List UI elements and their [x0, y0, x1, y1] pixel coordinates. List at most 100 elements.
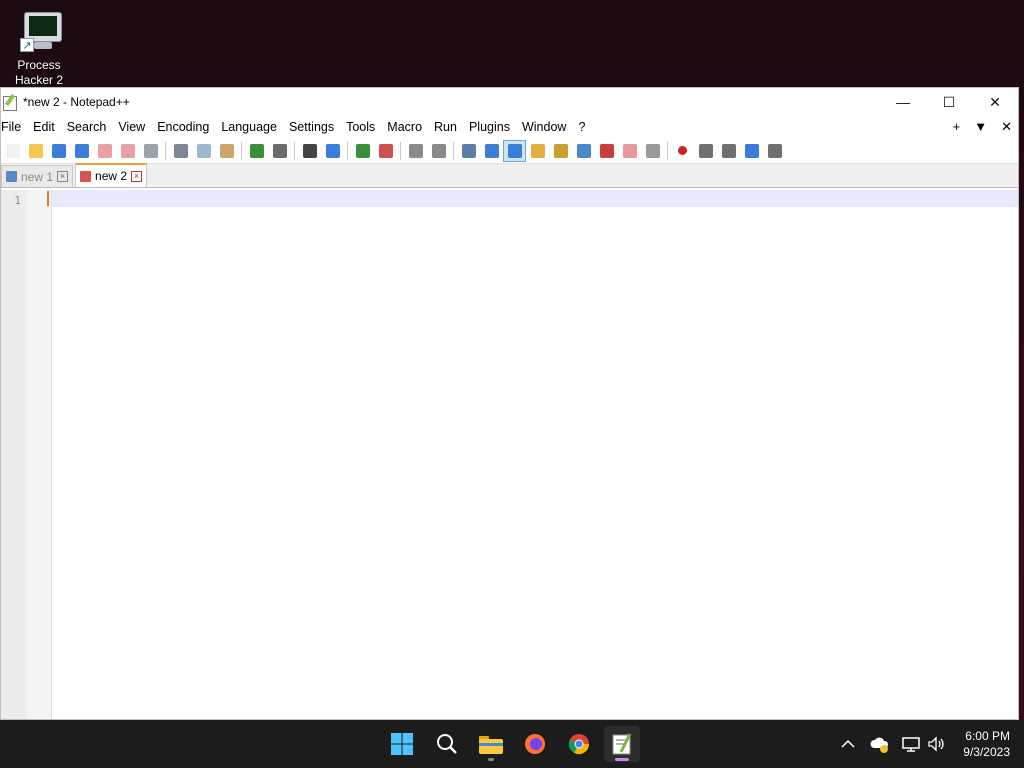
chrome-button[interactable] [561, 726, 597, 762]
save-button[interactable] [47, 140, 70, 162]
replace-button[interactable] [321, 140, 344, 162]
menu-language[interactable]: Language [215, 116, 283, 138]
tab-label: new 2 [95, 169, 128, 183]
monitoring-icon [645, 143, 660, 158]
close-all-button[interactable] [116, 140, 139, 162]
firefox-button[interactable] [517, 726, 553, 762]
udl-button[interactable] [526, 140, 549, 162]
menu-tools[interactable]: Tools [340, 116, 381, 138]
file-saved-icon [6, 171, 17, 182]
menu-settings[interactable]: Settings [283, 116, 340, 138]
toolbar-separator [165, 141, 166, 160]
play-macro-button[interactable] [717, 140, 740, 162]
file-modified-icon [80, 170, 92, 182]
new-tab-plus-icon[interactable]: + [953, 119, 961, 135]
process-hacker-icon: ↗ [16, 8, 62, 52]
notepadpp-taskbar-button[interactable] [604, 726, 640, 762]
find-button[interactable] [298, 140, 321, 162]
editor-area[interactable]: 1 [1, 190, 1018, 719]
function-list-button[interactable] [595, 140, 618, 162]
save-all-button[interactable] [70, 140, 93, 162]
toolbar-separator [667, 141, 668, 160]
network-tray-button[interactable] [901, 720, 921, 768]
tab-new-1[interactable]: new 1 × [1, 165, 74, 187]
maximize-button[interactable]: ☐ [926, 88, 972, 116]
redo-button[interactable] [268, 140, 291, 162]
search-button[interactable] [429, 726, 465, 762]
run-macro-multiple-button[interactable] [740, 140, 763, 162]
chrome-icon [568, 734, 590, 755]
show-hidden-icons-button[interactable] [838, 720, 858, 768]
menu-search[interactable]: Search [61, 116, 113, 138]
save-all-icon [74, 143, 89, 158]
open-file-button[interactable] [24, 140, 47, 162]
cut-icon [173, 143, 188, 158]
tab-close-icon[interactable]: × [57, 171, 69, 182]
doc-map-button[interactable] [549, 140, 572, 162]
notepadpp-icon [612, 733, 632, 755]
toolbar-separator [241, 141, 242, 160]
current-line-highlight [52, 190, 1018, 207]
menu-run[interactable]: Run [428, 116, 463, 138]
menu-bar: File Edit Search View Encoding Language … [1, 116, 1018, 138]
doc-list-button[interactable] [572, 140, 595, 162]
undo-button[interactable] [245, 140, 268, 162]
sync-v-icon [408, 143, 423, 158]
menu-view[interactable]: View [112, 116, 151, 138]
close-button[interactable] [93, 140, 116, 162]
tab-label: new 1 [21, 169, 54, 184]
desktop-icon-process-hacker[interactable]: ↗ Process Hacker 2 [8, 8, 70, 88]
run-macro-multiple-icon [744, 143, 759, 158]
record-macro-button[interactable] [671, 140, 694, 162]
paste-button[interactable] [215, 140, 238, 162]
system-clock[interactable]: 6:00 PM 9/3/2023 [963, 728, 1010, 760]
menu-edit[interactable]: Edit [27, 116, 61, 138]
close-document-icon[interactable]: ✕ [1001, 119, 1012, 135]
cut-button[interactable] [169, 140, 192, 162]
copy-button[interactable] [192, 140, 215, 162]
toolbar-separator [400, 141, 401, 160]
speaker-icon [928, 736, 944, 752]
onedrive-tray-button[interactable] [869, 720, 891, 768]
zoom-out-button[interactable] [374, 140, 397, 162]
indent-guide-button[interactable] [503, 139, 526, 162]
new-file-icon [5, 143, 20, 158]
cloud-warning-icon [870, 737, 889, 753]
menu-file[interactable]: File [1, 116, 27, 138]
new-file-button[interactable] [1, 140, 24, 162]
close-button[interactable]: ✕ [972, 88, 1018, 116]
text-area[interactable] [47, 190, 1018, 719]
line-number-gutter: 1 [1, 190, 52, 719]
replace-icon [325, 143, 340, 158]
all-chars-button[interactable] [480, 140, 503, 162]
clock-time: 6:00 PM [965, 729, 1010, 743]
undo-icon [249, 143, 264, 158]
menu-encoding[interactable]: Encoding [151, 116, 215, 138]
word-wrap-icon [461, 143, 476, 158]
menu-plugins[interactable]: Plugins [463, 116, 516, 138]
minimize-button[interactable]: — [880, 88, 926, 116]
open-file-icon [28, 143, 43, 158]
toolbar-separator [294, 141, 295, 160]
network-icon [902, 737, 920, 752]
folder-workspace-button[interactable] [618, 140, 641, 162]
title-bar[interactable]: *new 2 - Notepad++ — ☐ ✕ [1, 88, 1018, 116]
tab-new-2[interactable]: new 2 × [75, 163, 148, 187]
save-macro-button[interactable] [763, 140, 786, 162]
print-button[interactable] [139, 140, 162, 162]
word-wrap-button[interactable] [457, 140, 480, 162]
tab-list-down-icon[interactable]: ▼ [974, 119, 987, 135]
tab-close-icon[interactable]: × [131, 170, 143, 182]
zoom-in-button[interactable] [351, 140, 374, 162]
volume-tray-button[interactable] [926, 720, 946, 768]
stop-macro-button[interactable] [694, 140, 717, 162]
sync-v-button[interactable] [404, 140, 427, 162]
sync-h-button[interactable] [427, 140, 450, 162]
monitoring-button[interactable] [641, 140, 664, 162]
start-button[interactable] [384, 726, 420, 762]
file-explorer-button[interactable] [473, 726, 509, 762]
menu-macro[interactable]: Macro [381, 116, 428, 138]
windows-logo-icon [391, 733, 413, 755]
menu-help[interactable]: ? [572, 116, 591, 138]
menu-window[interactable]: Window [516, 116, 572, 138]
